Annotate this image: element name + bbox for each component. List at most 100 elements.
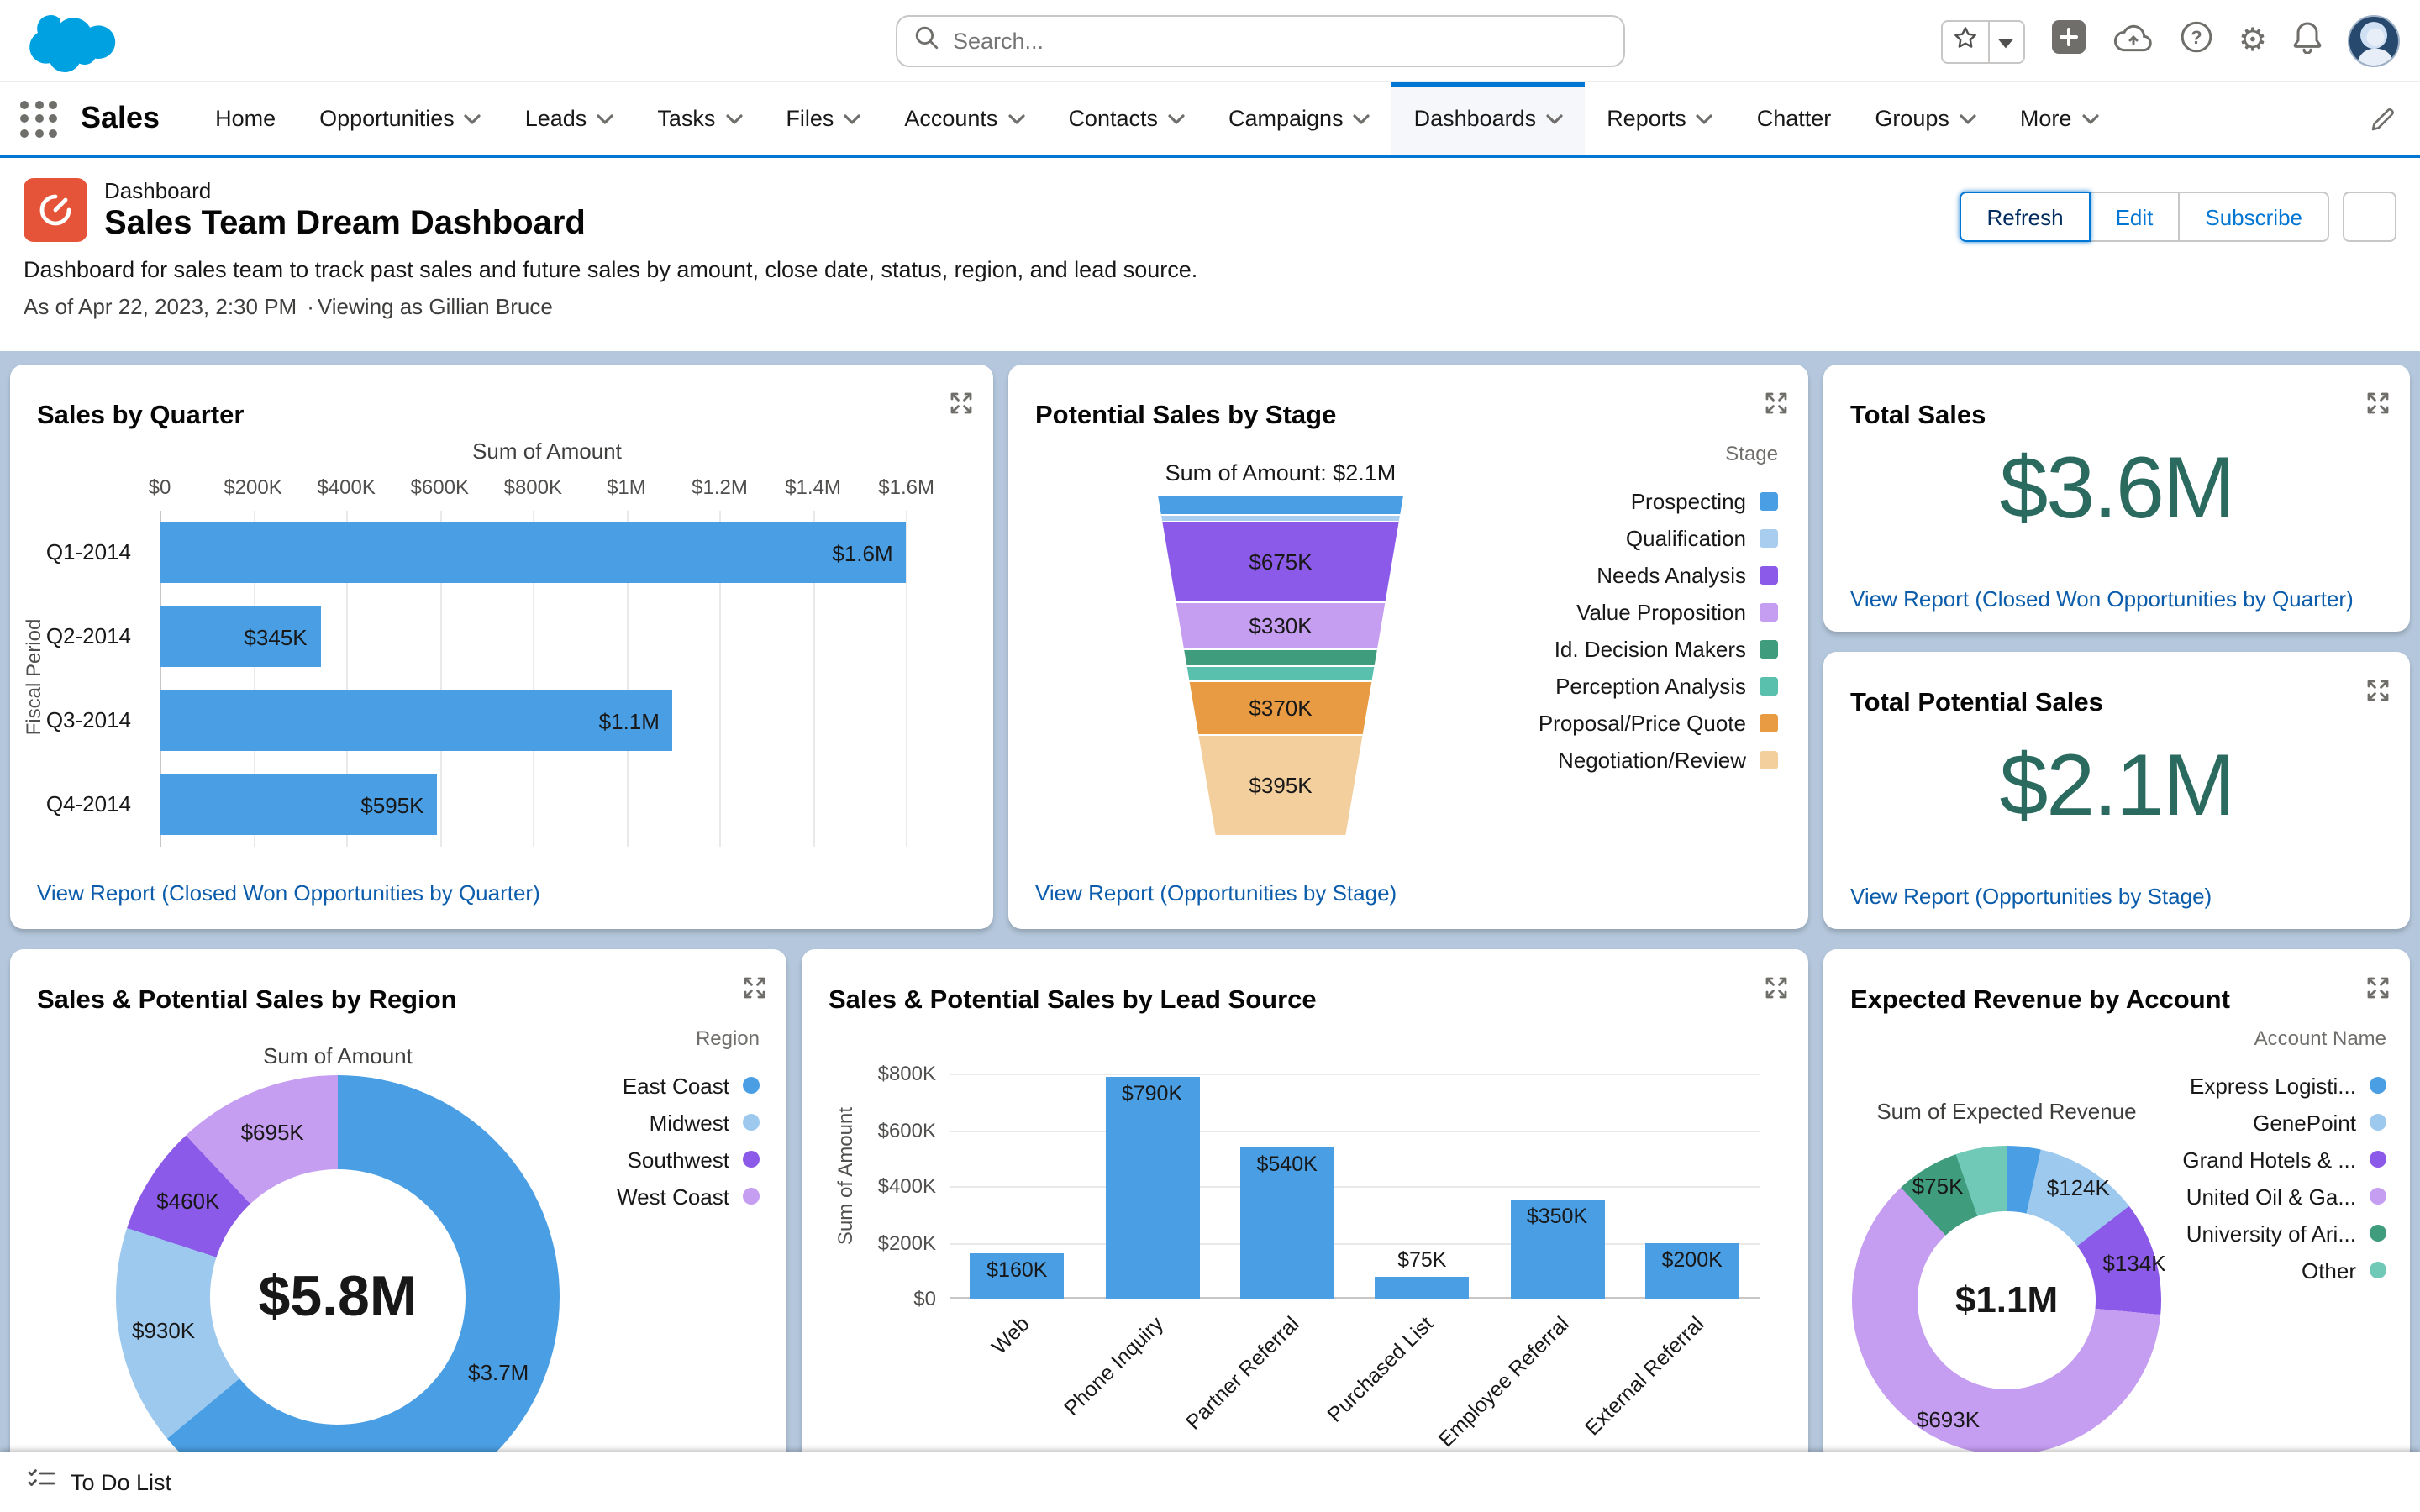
bar-q4-2014[interactable]: $595K	[160, 774, 438, 835]
account-legend: Account Name Express Logisti... GenePoint…	[2182, 1026, 2386, 1289]
legend-item-united-oil-ga[interactable]: United Oil & Ga...	[2182, 1178, 2386, 1215]
tab-more[interactable]: More	[1998, 82, 2121, 155]
x-tick-label: $200K	[224, 475, 282, 499]
environment-button[interactable]	[2112, 21, 2154, 61]
expand-icon[interactable]	[743, 976, 766, 1008]
tab-contacts[interactable]: Contacts	[1046, 82, 1207, 155]
widget-title: Expected Revenue by Account	[1850, 986, 2230, 1015]
legend-item-west-coast[interactable]: West Coast	[617, 1178, 760, 1215]
slice-label-midwest: $930K	[131, 1317, 196, 1343]
legend-label: Perception Analysis	[1555, 673, 1746, 698]
user-avatar[interactable]	[2348, 15, 2400, 67]
global-actions-button[interactable]	[2050, 18, 2087, 64]
view-report-link[interactable]: View Report (Closed Won Opportunities by…	[1850, 586, 2354, 612]
legend-item-id-decision-makers[interactable]: Id. Decision Makers	[1539, 630, 1778, 667]
expand-icon[interactable]	[2366, 391, 2390, 423]
tab-accounts[interactable]: Accounts	[882, 82, 1046, 155]
tab-home[interactable]: Home	[193, 82, 297, 155]
view-report-link[interactable]: View Report (Closed Won Opportunities by…	[37, 880, 540, 906]
funnel-segment-perception-analysis[interactable]	[1158, 665, 1403, 680]
slice-label-east-coast: $3.7M	[468, 1359, 529, 1385]
bar-phone-inquiry[interactable]	[1105, 1076, 1199, 1299]
expand-icon[interactable]	[1765, 391, 1788, 423]
subscribe-button[interactable]: Subscribe	[2180, 192, 2329, 242]
view-report-link[interactable]: View Report (Opportunities by Stage)	[1850, 884, 2212, 909]
legend-item-genepoint[interactable]: GenePoint	[2182, 1104, 2386, 1141]
funnel-segment-negotiation-review[interactable]: $395K	[1158, 734, 1403, 835]
legend-swatch	[1760, 639, 1778, 658]
widget-title: Potential Sales by Stage	[1035, 402, 1337, 430]
tab-tasks[interactable]: Tasks	[635, 82, 764, 155]
legend-title: Stage	[1725, 442, 1778, 465]
bar-value-label: $540K	[1256, 1152, 1318, 1176]
legend-item-qualification[interactable]: Qualification	[1539, 519, 1778, 556]
chevron-down-icon	[1697, 113, 1713, 123]
todo-list-item[interactable]: To Do List	[0, 1452, 198, 1512]
expand-icon[interactable]	[950, 391, 973, 423]
tab-files[interactable]: Files	[764, 82, 882, 155]
notifications-button[interactable]	[2292, 20, 2323, 62]
legend-item-east-coast[interactable]: East Coast	[617, 1067, 760, 1104]
funnel-segment-id-decision-makers[interactable]	[1158, 648, 1403, 665]
legend-label: University of Ari...	[2186, 1221, 2356, 1246]
bar-purchased-list[interactable]	[1375, 1277, 1470, 1299]
bar-q2-2014[interactable]: $345K	[160, 606, 321, 667]
dashboard-header: Dashboard Sales Team Dream Dashboard Das…	[0, 158, 2420, 351]
legend-item-southwest[interactable]: Southwest	[617, 1141, 760, 1178]
gear-icon: ⚙	[2238, 22, 2267, 59]
legend-item-negotiation-review[interactable]: Negotiation/Review	[1539, 741, 1778, 778]
legend-item-other[interactable]: Other	[2182, 1252, 2386, 1289]
legend-item-midwest[interactable]: Midwest	[617, 1104, 760, 1141]
more-actions-dropdown[interactable]	[2343, 192, 2396, 242]
donut-hole: $1.1M	[1918, 1211, 2096, 1389]
legend-item-proposal-price-quote[interactable]: Proposal/Price Quote	[1539, 704, 1778, 741]
legend-item-express-logisti[interactable]: Express Logisti...	[2182, 1067, 2386, 1104]
legend-item-university-of-ari[interactable]: University of Ari...	[2182, 1215, 2386, 1252]
tab-chatter[interactable]: Chatter	[1735, 82, 1854, 155]
edit-button[interactable]: Edit	[2090, 192, 2181, 242]
favorites-star-button[interactable]	[1940, 19, 1990, 63]
account-donut: $1.1M $124K $134K $693K $75K	[1852, 1146, 2166, 1455]
legend-item-grand-hotels[interactable]: Grand Hotels & ...	[2182, 1141, 2386, 1178]
legend-item-prospecting[interactable]: Prospecting	[1539, 482, 1778, 519]
refresh-button[interactable]: Refresh	[1960, 192, 2091, 242]
legend-item-needs-analysis[interactable]: Needs Analysis	[1539, 556, 1778, 593]
legend-label: East Coast	[622, 1073, 729, 1098]
bar-value-label: $1.6M	[832, 540, 893, 565]
expand-icon[interactable]	[2366, 976, 2390, 1008]
bar-value-label: $160K	[986, 1258, 1048, 1283]
global-search[interactable]	[896, 15, 1625, 67]
app-name[interactable]: Sales	[81, 101, 160, 136]
expand-icon[interactable]	[1765, 976, 1788, 1008]
tab-leads[interactable]: Leads	[503, 82, 636, 155]
tab-campaigns[interactable]: Campaigns	[1207, 82, 1392, 155]
help-button[interactable]: ?	[2180, 20, 2213, 62]
stage-legend: Stage Prospecting Qualification Needs Anal…	[1539, 442, 1778, 778]
tab-groups[interactable]: Groups	[1853, 82, 1998, 155]
x-tick-label: $1.2M	[692, 475, 748, 499]
widget-title: Total Potential Sales	[1850, 689, 2103, 717]
view-report-link[interactable]: View Report (Opportunities by Stage)	[1035, 880, 1397, 906]
legend-item-perception-analysis[interactable]: Perception Analysis	[1539, 667, 1778, 704]
tab-dashboards[interactable]: Dashboards	[1392, 82, 1586, 155]
bar-q1-2014[interactable]: $1.6M	[160, 522, 907, 583]
funnel-segment-proposal-price-quote[interactable]: $370K	[1158, 680, 1403, 734]
tab-label: Campaigns	[1228, 106, 1344, 131]
legend-item-value-proposition[interactable]: Value Proposition	[1539, 593, 1778, 630]
tab-reports[interactable]: Reports	[1585, 82, 1735, 155]
search-input[interactable]	[953, 29, 1607, 54]
favorites-dropdown-button[interactable]	[1989, 19, 2025, 63]
pencil-icon[interactable]	[2370, 106, 2396, 141]
app-launcher-icon[interactable]	[20, 100, 57, 137]
funnel-segment-qualification[interactable]	[1158, 514, 1403, 521]
leadsource-yticks: $0 $200K $400K $600K $800K	[802, 1057, 936, 1310]
bar-q3-2014[interactable]: $1.1M	[160, 690, 673, 751]
tab-opportunities[interactable]: Opportunities	[297, 82, 503, 155]
legend-swatch	[743, 1151, 760, 1168]
expand-icon[interactable]	[2366, 679, 2390, 711]
funnel-segment-needs-analysis[interactable]: $675K	[1158, 521, 1403, 601]
funnel-segment-value-proposition[interactable]: $330K	[1158, 601, 1403, 648]
funnel-segment-prospecting[interactable]	[1158, 496, 1403, 514]
setup-button[interactable]: ⚙	[2238, 22, 2267, 59]
checklist-icon	[27, 1466, 55, 1498]
